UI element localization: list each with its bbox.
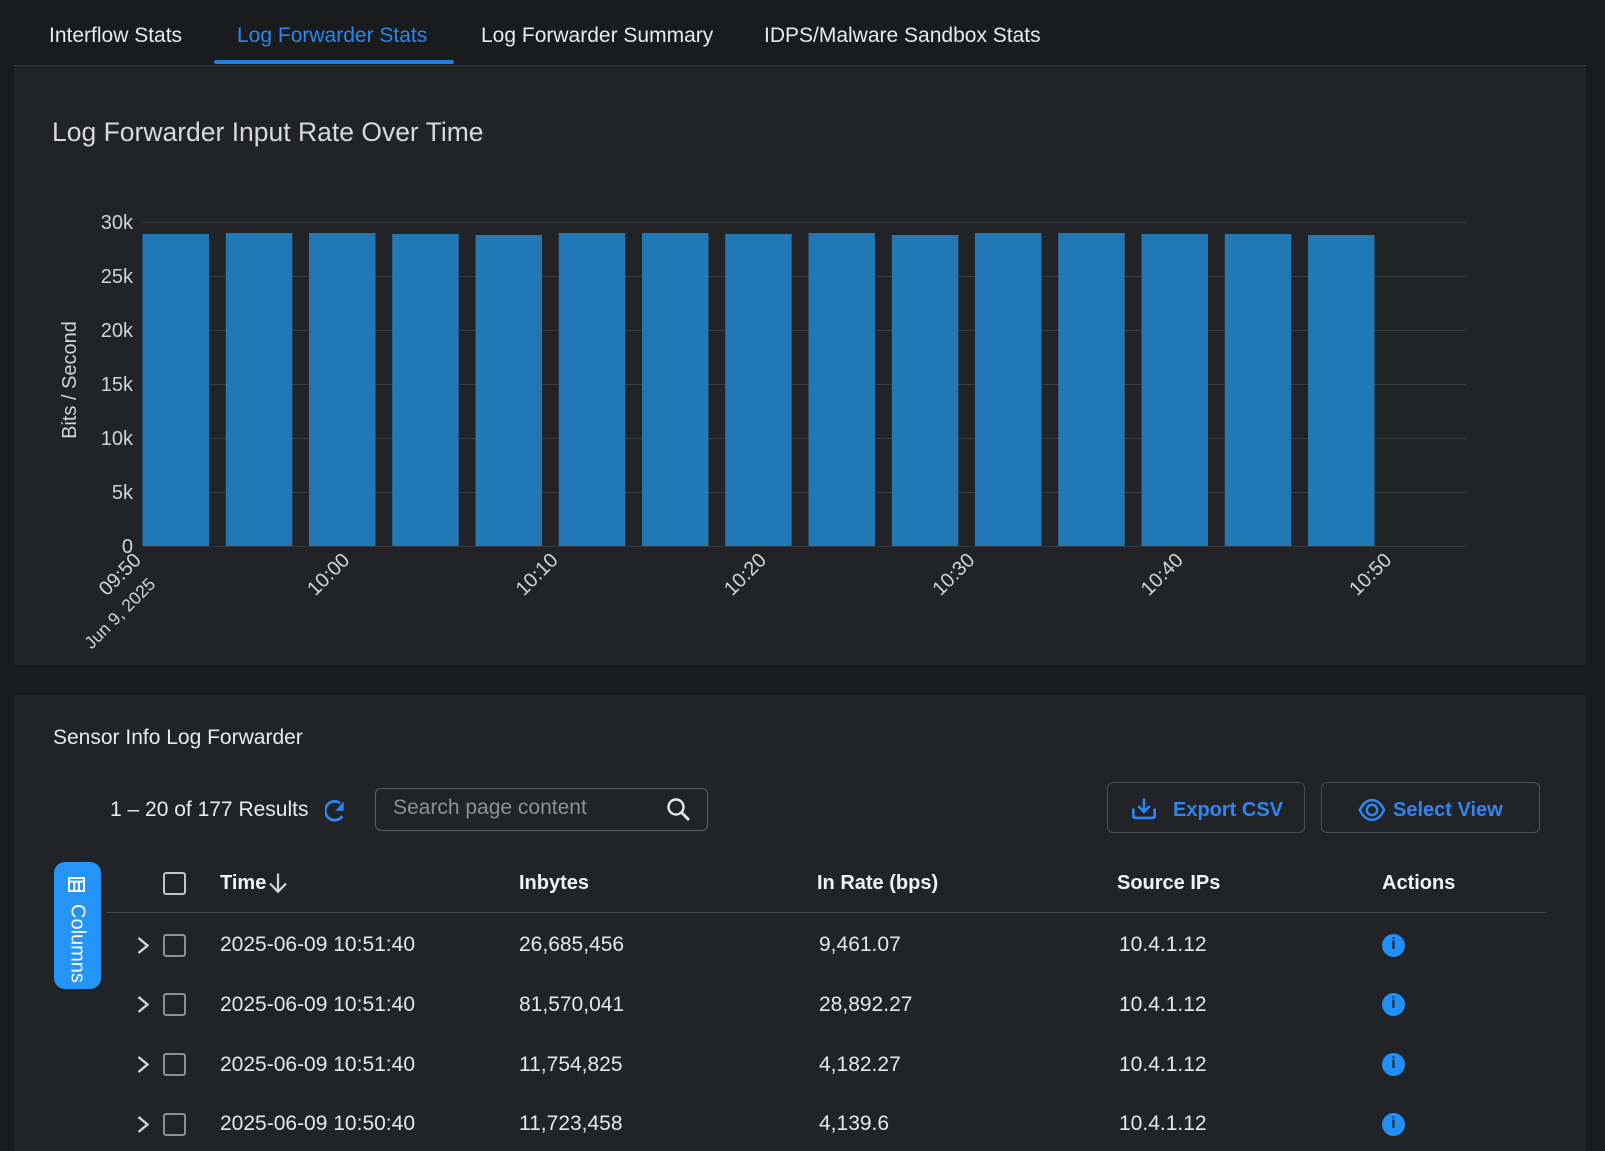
- svg-text:10:20: 10:20: [720, 549, 771, 600]
- svg-text:5k: 5k: [112, 482, 134, 504]
- svg-text:10:00: 10:00: [303, 549, 354, 600]
- svg-text:15k: 15k: [101, 374, 134, 396]
- svg-text:30k: 30k: [101, 212, 134, 234]
- svg-text:10k: 10k: [101, 428, 134, 450]
- svg-text:25k: 25k: [101, 266, 134, 288]
- svg-text:10:50: 10:50: [1345, 549, 1396, 600]
- svg-text:20k: 20k: [101, 320, 134, 342]
- svg-text:10:30: 10:30: [928, 549, 979, 600]
- svg-text:10:10: 10:10: [512, 549, 563, 600]
- svg-text:Bits / Second: Bits / Second: [59, 321, 81, 439]
- svg-text:10:40: 10:40: [1137, 549, 1188, 600]
